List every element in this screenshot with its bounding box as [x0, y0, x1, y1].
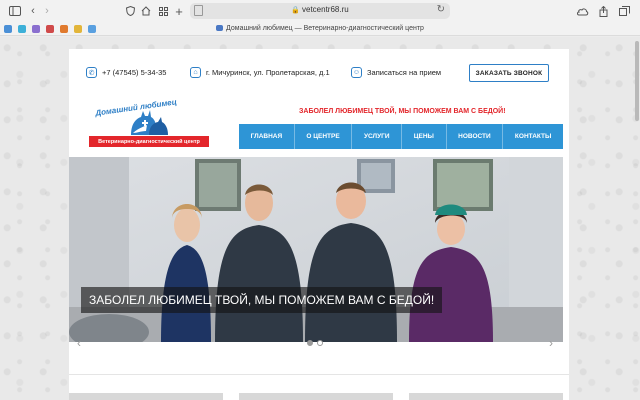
nav-item-contacts[interactable]: КОНТАКТЫ	[503, 124, 563, 149]
share-icon[interactable]	[598, 4, 608, 18]
address-url: vetcentr68.ru	[302, 5, 349, 14]
logo[interactable]: Домашний любимец Ветеринарно-диагностиче…	[89, 97, 209, 151]
slider-controls: ‹ ›	[69, 336, 563, 354]
favorites-bar: Домашний любимец — Ветеринарно-диагности…	[0, 22, 640, 36]
section-divider	[69, 374, 569, 375]
service-card[interactable]	[409, 393, 563, 400]
shield-icon[interactable]	[125, 4, 135, 18]
map-icon: ⌂	[190, 67, 201, 78]
forward-icon[interactable]: ›	[42, 4, 52, 18]
page-viewport: ✆ +7 (47545) 5-34-35 ⌂ г. Мичуринск, ул.…	[0, 37, 640, 400]
logo-subtitle: Ветеринарно-диагностический центр	[89, 136, 209, 147]
nav-item-news[interactable]: НОВОСТИ	[447, 124, 504, 149]
new-tab-icon[interactable]: +	[174, 4, 184, 19]
service-card[interactable]	[69, 393, 223, 400]
nav-item-prices[interactable]: ЦЕНЫ	[402, 124, 447, 149]
cloud-icon[interactable]	[575, 4, 589, 18]
slide-caption: ЗАБОЛЕЛ ЛЮБИМЕЦ ТВОЙ, МЫ ПОМОЖЕМ ВАМ С Б…	[81, 287, 443, 313]
pets-icon	[131, 110, 168, 135]
slider-dots	[307, 340, 323, 346]
tab-favicon	[216, 25, 224, 31]
nav-item-services[interactable]: УСЛУГИ	[352, 124, 403, 149]
page-content: ✆ +7 (47545) 5-34-35 ⌂ г. Мичуринск, ул.…	[69, 49, 569, 400]
nav-item-about[interactable]: О ЦЕНТРЕ	[295, 124, 353, 149]
scrollbar[interactable]	[635, 41, 639, 121]
grid-icon[interactable]	[158, 4, 168, 18]
callback-button[interactable]: ЗАКАЗАТЬ ЗВОНОК	[469, 64, 549, 82]
header-slogan: ЗАБОЛЕЛ ЛЮБИМЕЦ ТВОЙ, МЫ ПОМОЖЕМ ВАМ С Б…	[299, 108, 506, 115]
back-icon[interactable]: ‹	[28, 4, 38, 18]
phone-icon: ✆	[86, 67, 97, 78]
main-nav: ГЛАВНАЯ О ЦЕНТРЕ УСЛУГИ ЦЕНЫ НОВОСТИ КОН…	[239, 124, 563, 149]
hero-slider[interactable]: ЗАБОЛЕЛ ЛЮБИМЕЦ ТВОЙ, МЫ ПОМОЖЕМ ВАМ С Б…	[69, 157, 563, 342]
browser-toolbar: ‹ › + 🔒 vetcentr68.ru ↻	[0, 0, 640, 22]
address-contact: ⌂ г. Мичуринск, ул. Пролетарская, д.1	[190, 67, 330, 78]
tabs-icon[interactable]	[618, 4, 630, 18]
reload-icon[interactable]: ↻	[437, 4, 445, 15]
service-cards	[69, 393, 569, 400]
sidebar-icon[interactable]	[8, 4, 22, 18]
prev-arrow-icon[interactable]: ‹	[77, 336, 81, 350]
phone-contact[interactable]: ✆ +7 (47545) 5-34-35	[86, 67, 166, 78]
slide-dot[interactable]	[317, 340, 323, 346]
appointment-link[interactable]: ☺ Записаться на прием	[351, 67, 441, 78]
person-icon: ☺	[351, 67, 362, 78]
tab-title[interactable]: Домашний любимец — Ветеринарно-диагности…	[0, 25, 640, 32]
lock-icon: 🔒	[291, 7, 300, 14]
nav-item-home[interactable]: ГЛАВНАЯ	[239, 124, 295, 149]
home-icon[interactable]	[141, 4, 151, 18]
slide-dot[interactable]	[307, 340, 313, 346]
team-photo	[69, 157, 563, 342]
next-arrow-icon[interactable]: ›	[549, 336, 553, 350]
service-card[interactable]	[239, 393, 393, 400]
address-bar[interactable]: 🔒 vetcentr68.ru ↻	[190, 3, 450, 19]
contact-bar: ✆ +7 (47545) 5-34-35 ⌂ г. Мичуринск, ул.…	[69, 63, 569, 83]
